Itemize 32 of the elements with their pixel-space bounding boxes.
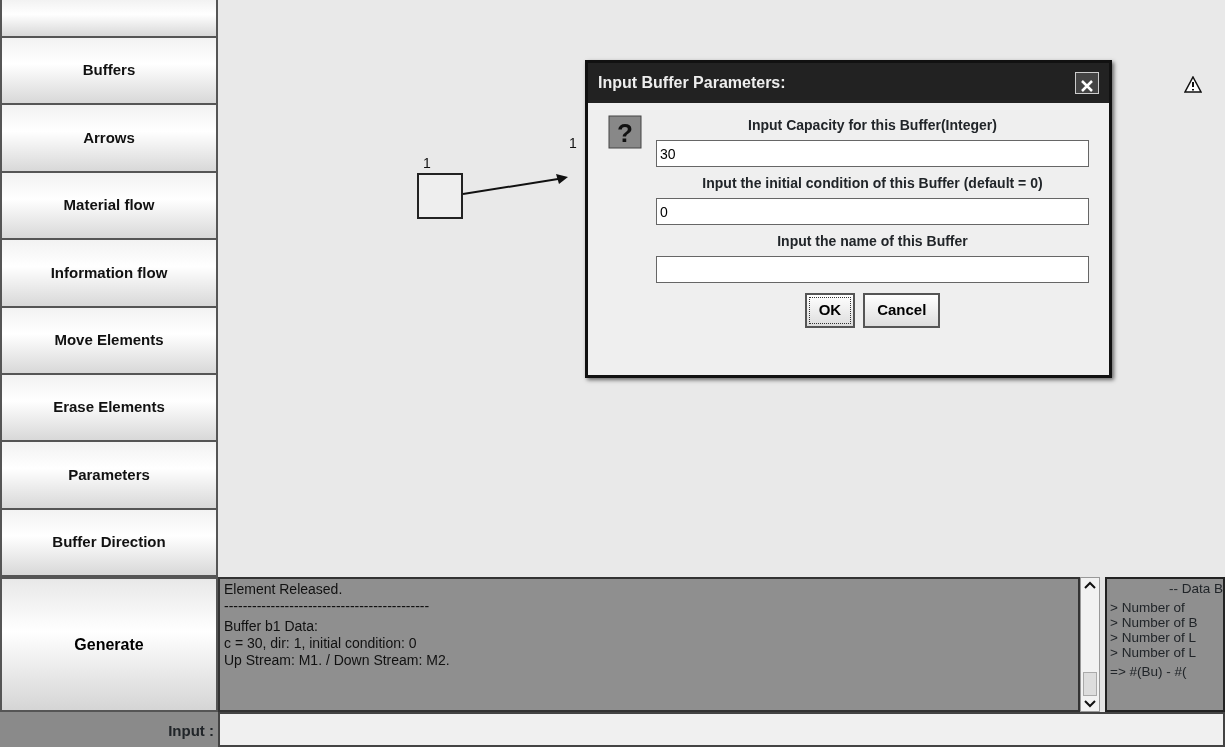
tool-button[interactable]: Arrows (0, 105, 218, 173)
input-label: Input : (0, 712, 218, 747)
scrollbar[interactable] (1080, 577, 1100, 712)
question-icon: ? (608, 115, 642, 149)
tool-button[interactable]: Move Elements (0, 307, 218, 375)
tool-button[interactable]: Parameters (0, 442, 218, 510)
input-field[interactable] (656, 256, 1089, 283)
tool-button[interactable]: Information flow (0, 240, 218, 308)
log-panel: Element Released. -------------------------------------------- Buffer b1 Data: c = 30, dir: 1, initial condition: 0 Up Stream: M1. / Down Stream: M2. (218, 577, 1080, 712)
data-panel: -- Data B > Number of > Number of B > Number of L > Number of L => #(Bu) - #( (1105, 577, 1225, 712)
dialog-button[interactable]: OK (804, 293, 856, 328)
close-icon[interactable] (1080, 78, 1094, 93)
scroll-thumb[interactable] (1083, 672, 1097, 696)
tool-button[interactable] (0, 0, 218, 38)
warning-icon (1184, 76, 1202, 93)
field-label: Input the name of this Buffer (776, 232, 969, 251)
tool-button[interactable]: Buffer Direction (0, 509, 218, 577)
field-label: Input the initial condition of this Buffer (default = 0) (701, 174, 1044, 193)
arrow-label: 1 (569, 134, 577, 153)
tool-button[interactable]: Material flow (0, 172, 218, 241)
field-label: Input Capacity for this Buffer(Integer) (747, 116, 998, 135)
input-field[interactable] (218, 712, 1225, 747)
close-button[interactable] (1075, 72, 1099, 94)
generate-button[interactable]: Generate (0, 577, 218, 712)
tool-button[interactable]: Erase Elements (0, 374, 218, 443)
dialog-title: Input Buffer Parameters: (598, 73, 786, 93)
tool-button[interactable]: Buffers (0, 38, 218, 106)
node-label: 1 (423, 154, 431, 173)
input-field[interactable]: 30 (656, 140, 1089, 167)
dialog-button[interactable]: Cancel (863, 293, 941, 328)
buffer-node (417, 173, 463, 219)
input-field[interactable]: 0 (656, 198, 1089, 225)
